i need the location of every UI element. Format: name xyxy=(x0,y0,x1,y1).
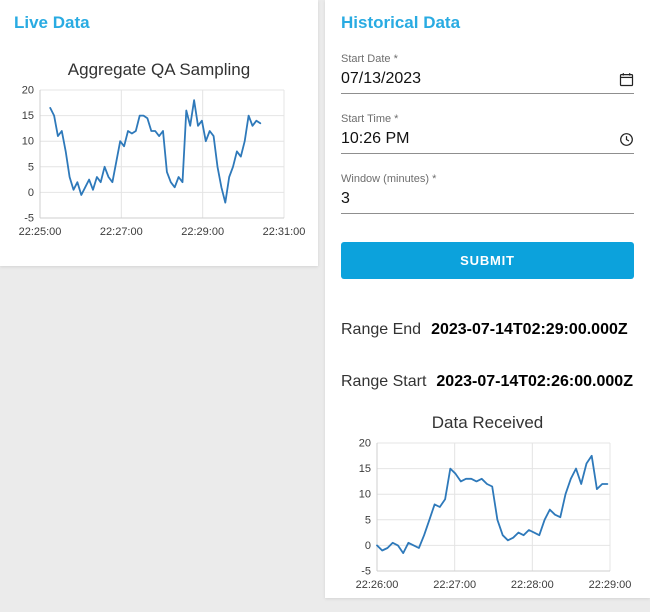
data-received-chart-title: Data Received xyxy=(431,413,544,432)
svg-text:-5: -5 xyxy=(361,566,371,578)
svg-text:22:27:00: 22:27:00 xyxy=(433,579,476,591)
live-chart-title: Aggregate QA Sampling xyxy=(67,60,251,79)
svg-text:20: 20 xyxy=(22,85,34,97)
svg-text:5: 5 xyxy=(28,161,34,173)
calendar-icon[interactable] xyxy=(618,71,634,87)
historical-data-title: Historical Data xyxy=(341,13,461,32)
svg-text:22:29:00: 22:29:00 xyxy=(181,226,224,238)
range-start-label: Range Start xyxy=(341,373,427,390)
start-time-field: Start Time * xyxy=(341,112,634,154)
window-minutes-label: Window (minutes) * xyxy=(341,173,437,185)
svg-text:22:29:00: 22:29:00 xyxy=(589,579,632,591)
svg-text:-5: -5 xyxy=(24,213,34,225)
historical-data-panel: Historical Data Start Date * Start Time … xyxy=(325,0,650,598)
range-end-row: Range End 2023-07-14T02:29:00.000Z xyxy=(341,321,634,339)
svg-text:15: 15 xyxy=(22,110,34,122)
start-time-input[interactable] xyxy=(341,128,618,150)
svg-text:22:27:00: 22:27:00 xyxy=(100,226,143,238)
start-time-label: Start Time * xyxy=(341,113,399,125)
range-end-value: 2023-07-14T02:29:00.000Z xyxy=(431,321,628,338)
live-chart-plot: -5 0 5 10 15 20 22:25:00 22:27:00 22:29:00 22:31:… xyxy=(19,85,306,239)
svg-text:20: 20 xyxy=(359,438,371,450)
window-minutes-input[interactable] xyxy=(341,188,634,210)
live-data-panel: Live Data Aggregate QA Sampling -5 0 5 10 15… xyxy=(0,0,318,266)
live-data-title: Live Data xyxy=(14,13,90,32)
range-end-label: Range End xyxy=(341,321,422,338)
svg-text:22:26:00: 22:26:00 xyxy=(356,579,399,591)
svg-text:10: 10 xyxy=(359,489,371,501)
svg-text:15: 15 xyxy=(359,463,371,475)
submit-button[interactable]: SUBMIT xyxy=(341,242,634,279)
range-start-row: Range Start 2023-07-14T02:26:00.000Z xyxy=(341,373,634,391)
data-received-chart: Data Received -5 0 5 10 15 20 22:26:00 22:27:00… xyxy=(341,413,634,612)
svg-text:0: 0 xyxy=(365,540,371,552)
svg-text:22:28:00: 22:28:00 xyxy=(511,579,554,591)
svg-text:22:31:00: 22:31:00 xyxy=(263,226,306,238)
window-minutes-field: Window (minutes) * xyxy=(341,172,634,214)
clock-icon[interactable] xyxy=(618,131,634,147)
start-date-input[interactable] xyxy=(341,68,618,90)
start-date-field: Start Date * xyxy=(341,52,634,94)
start-date-input-row xyxy=(341,68,634,94)
svg-text:10: 10 xyxy=(22,136,34,148)
svg-text:5: 5 xyxy=(365,514,371,526)
window-minutes-input-row xyxy=(341,188,634,214)
range-start-value: 2023-07-14T02:26:00.000Z xyxy=(436,373,633,390)
live-chart: Aggregate QA Sampling -5 0 5 10 15 20 22:25:00… xyxy=(6,60,312,259)
svg-text:0: 0 xyxy=(28,187,34,199)
svg-text:22:25:00: 22:25:00 xyxy=(19,226,62,238)
data-received-chart-plot: -5 0 5 10 15 20 22:26:00 22:27:00 22:28:00 22:29:… xyxy=(356,438,632,592)
start-date-label: Start Date * xyxy=(341,53,398,65)
start-time-input-row xyxy=(341,128,634,154)
